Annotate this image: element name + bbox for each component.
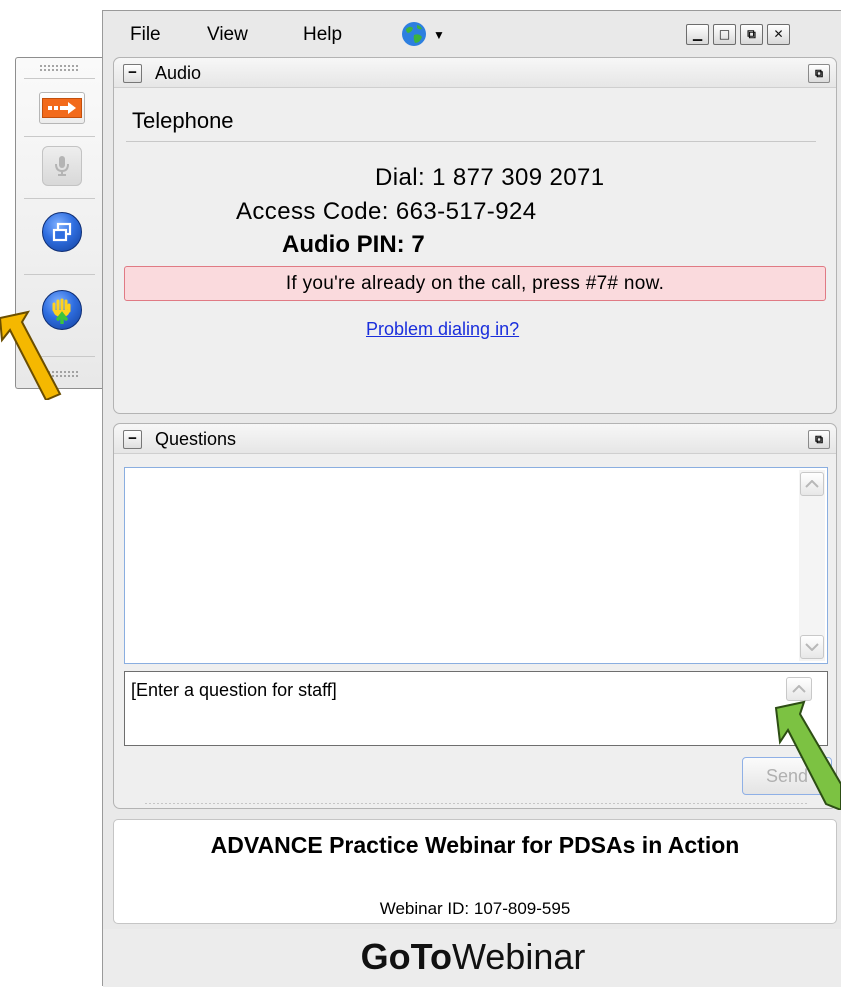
collapse-audio-button[interactable]: − bbox=[123, 64, 142, 83]
menu-help[interactable]: Help bbox=[303, 24, 342, 46]
chevron-down-icon[interactable]: ▼ bbox=[433, 28, 445, 42]
maximize-button[interactable]: □ bbox=[713, 24, 736, 45]
panel-header: − Audio ⧉ bbox=[114, 58, 836, 88]
resize-grip[interactable] bbox=[144, 802, 808, 805]
scroll-up-button[interactable] bbox=[786, 677, 812, 701]
grab-handle[interactable] bbox=[39, 64, 79, 72]
divider bbox=[24, 136, 95, 137]
popout-audio-button[interactable]: ⧉ bbox=[808, 64, 830, 83]
dial-number: Dial: 1 877 309 2071 bbox=[375, 164, 605, 191]
restore-button[interactable]: ⧉ bbox=[740, 24, 763, 45]
webinar-window: File View Help ▼ ▁ □ ⧉ ✕ − Audio ⧉ Telep… bbox=[102, 10, 841, 987]
chevron-down-icon bbox=[805, 643, 819, 651]
microphone-icon bbox=[55, 156, 69, 176]
audio-pin: Audio PIN: 7 bbox=[282, 231, 425, 258]
chevron-up-icon bbox=[792, 685, 806, 693]
webinar-info: ADVANCE Practice Webinar for PDSAs in Ac… bbox=[113, 819, 837, 924]
call-notice: If you're already on the call, press #7#… bbox=[124, 266, 826, 301]
divider bbox=[24, 78, 95, 79]
arrow-right-icon bbox=[42, 98, 82, 118]
audio-panel: − Audio ⧉ Telephone Dial: 1 877 309 2071… bbox=[113, 57, 837, 414]
panel-header: − Questions ⧉ bbox=[114, 424, 836, 454]
menu-file[interactable]: File bbox=[130, 24, 161, 46]
collapse-questions-button[interactable]: − bbox=[123, 430, 142, 449]
divider bbox=[126, 141, 816, 142]
logo-light-text: Webinar bbox=[451, 936, 586, 977]
green-arrow-icon bbox=[774, 700, 841, 810]
questions-log[interactable] bbox=[124, 467, 828, 664]
scroll-up-button[interactable] bbox=[800, 472, 824, 496]
problem-dialing-link[interactable]: Problem dialing in? bbox=[366, 319, 519, 340]
access-code: Access Code: 663-517-924 bbox=[236, 198, 537, 225]
chevron-up-icon bbox=[805, 480, 819, 488]
scrollbar[interactable] bbox=[799, 470, 825, 661]
webinar-id: Webinar ID: 107-809-595 bbox=[379, 899, 571, 918]
logo-bold-text: GoTo bbox=[360, 936, 452, 977]
divider bbox=[24, 198, 95, 199]
close-button[interactable]: ✕ bbox=[767, 24, 790, 45]
show-screen-button[interactable] bbox=[38, 212, 86, 252]
gotowebinar-logo: GoToWebinar bbox=[103, 929, 841, 987]
audio-mode-label: Telephone bbox=[132, 108, 234, 133]
windows-icon bbox=[52, 222, 72, 242]
scroll-down-button[interactable] bbox=[800, 635, 824, 659]
questions-panel: − Questions ⧉ Send bbox=[113, 423, 837, 809]
panel-title: Questions bbox=[155, 429, 237, 449]
yellow-arrow-icon bbox=[0, 310, 62, 400]
minimize-button[interactable]: ▁ bbox=[686, 24, 709, 45]
panel-title: Audio bbox=[155, 63, 202, 83]
collapse-panel-button[interactable] bbox=[38, 88, 86, 128]
microphone-button[interactable] bbox=[38, 146, 86, 186]
question-input[interactable] bbox=[124, 671, 828, 746]
popout-questions-button[interactable]: ⧉ bbox=[808, 430, 830, 449]
divider bbox=[24, 274, 95, 275]
globe-icon bbox=[402, 22, 426, 46]
language-globe-button[interactable] bbox=[401, 21, 427, 47]
menu-view[interactable]: View bbox=[207, 24, 248, 46]
webinar-title: ADVANCE Practice Webinar for PDSAs in Ac… bbox=[210, 832, 740, 858]
menu-bar: File View Help ▼ ▁ □ ⧉ ✕ bbox=[103, 11, 841, 57]
